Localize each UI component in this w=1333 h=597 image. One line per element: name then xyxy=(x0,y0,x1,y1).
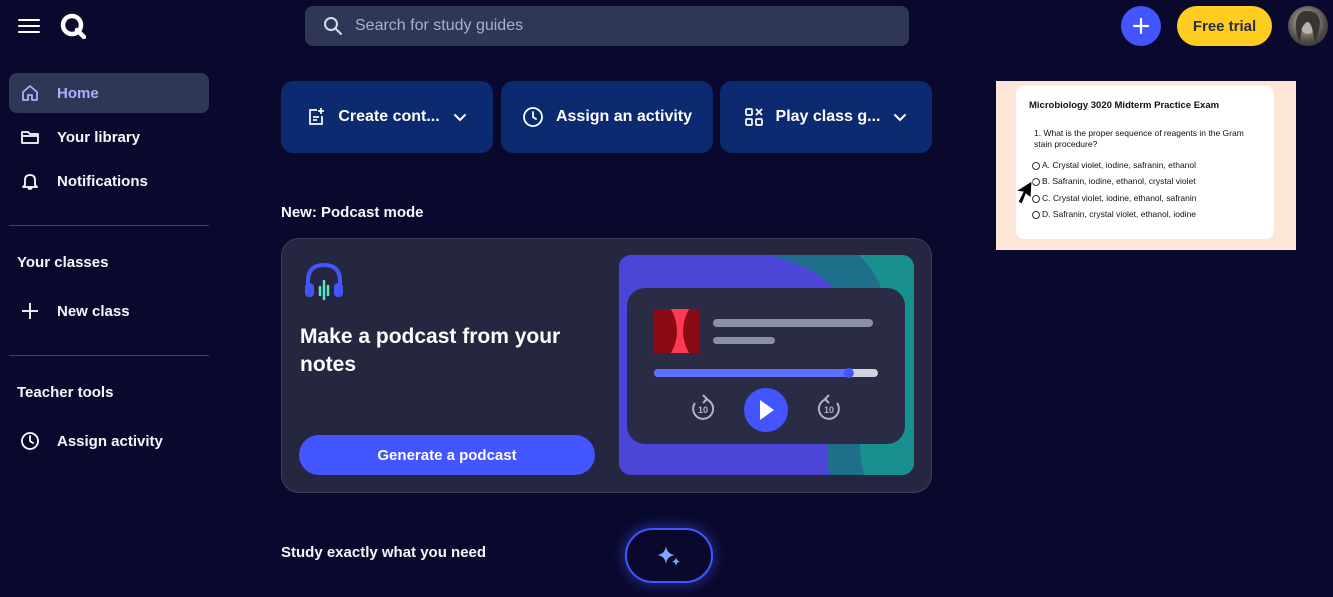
chevron-down-icon xyxy=(453,114,466,122)
exam-question: 1. What is the proper sequence of reagen… xyxy=(1034,128,1244,149)
podcast-illustration: 10 10 xyxy=(619,255,914,475)
study-section-label: Study exactly what you need xyxy=(281,544,487,561)
search-icon xyxy=(324,17,342,35)
sparkle-icon xyxy=(657,545,680,566)
bell-icon xyxy=(19,170,41,192)
exam-option: B. Safranin, iodine, ethanol, crystal vi… xyxy=(1032,176,1196,186)
teacher-tools-heading: Teacher tools xyxy=(17,384,114,401)
sidebar-item-assign-activity[interactable]: Assign activity xyxy=(9,421,209,461)
clock-icon xyxy=(523,107,543,127)
exam-sheet: Microbiology 3020 Midterm Practice Exam … xyxy=(1016,86,1274,239)
free-trial-button[interactable]: Free trial xyxy=(1177,6,1272,46)
sidebar-item-library[interactable]: Your library xyxy=(9,117,209,157)
sidebar-item-label: Home xyxy=(57,84,99,102)
play-class-game-button[interactable]: Play class g... xyxy=(720,81,932,153)
document-preview[interactable]: Microbiology 3020 Midterm Practice Exam … xyxy=(996,81,1296,250)
sidebar-item-label: New class xyxy=(57,302,130,320)
create-button[interactable] xyxy=(1121,6,1161,46)
plus-icon xyxy=(1132,17,1150,35)
sidebar-item-home[interactable]: Home xyxy=(9,73,209,113)
exam-option: A. Crystal violet, iodine, safranin, eth… xyxy=(1031,160,1197,170)
home-icon xyxy=(19,82,41,104)
assign-activity-button[interactable]: Assign an activity xyxy=(501,81,713,153)
cursor-icon xyxy=(1014,180,1033,205)
chevron-down-icon xyxy=(894,114,907,122)
quizlet-logo[interactable] xyxy=(60,13,86,39)
sidebar-item-label: Assign activity xyxy=(57,432,163,450)
new-class-button[interactable]: New class xyxy=(9,291,209,331)
svg-text:10: 10 xyxy=(824,405,834,415)
sidebar-item-label: Notifications xyxy=(57,172,148,190)
podcast-card: Make a podcast from your notes Generate … xyxy=(281,238,932,493)
headphones-icon xyxy=(305,262,343,301)
create-content-label: Create cont... xyxy=(338,108,440,125)
play-class-game-label: Play class g... xyxy=(775,108,881,125)
game-grid-icon xyxy=(744,108,763,126)
create-content-button[interactable]: Create cont... xyxy=(281,81,493,153)
plus-icon xyxy=(19,300,41,322)
exam-option: C. Crystal violet, iodine, ethanol, safr… xyxy=(1032,193,1197,203)
avatar[interactable] xyxy=(1288,6,1328,46)
search-input[interactable] xyxy=(355,17,875,35)
svg-text:10: 10 xyxy=(698,405,708,415)
folder-icon xyxy=(19,126,41,148)
sidebar-item-label: Your library xyxy=(57,128,141,146)
assign-activity-label: Assign an activity xyxy=(555,108,693,125)
clock-icon xyxy=(19,430,41,452)
your-classes-heading: Your classes xyxy=(17,254,109,271)
exam-title: Microbiology 3020 Midterm Practice Exam xyxy=(1029,100,1220,111)
menu-icon[interactable] xyxy=(18,16,40,36)
create-doc-icon xyxy=(309,108,325,125)
album-art xyxy=(654,309,700,353)
generate-podcast-button[interactable]: Generate a podcast xyxy=(299,435,595,475)
exam-option: D. Safranin, crystal violet, ethanol, io… xyxy=(1031,209,1197,219)
search-bar[interactable] xyxy=(305,6,909,46)
podcast-title: Make a podcast from your notes xyxy=(300,325,561,376)
podcast-section-label: New: Podcast mode xyxy=(281,204,424,221)
avatar-photo xyxy=(1295,10,1320,42)
sidebar-item-notifications[interactable]: Notifications xyxy=(9,161,209,201)
sidebar-divider xyxy=(9,225,209,226)
ai-sparkle-button[interactable] xyxy=(625,528,713,583)
sidebar-divider xyxy=(9,355,209,356)
